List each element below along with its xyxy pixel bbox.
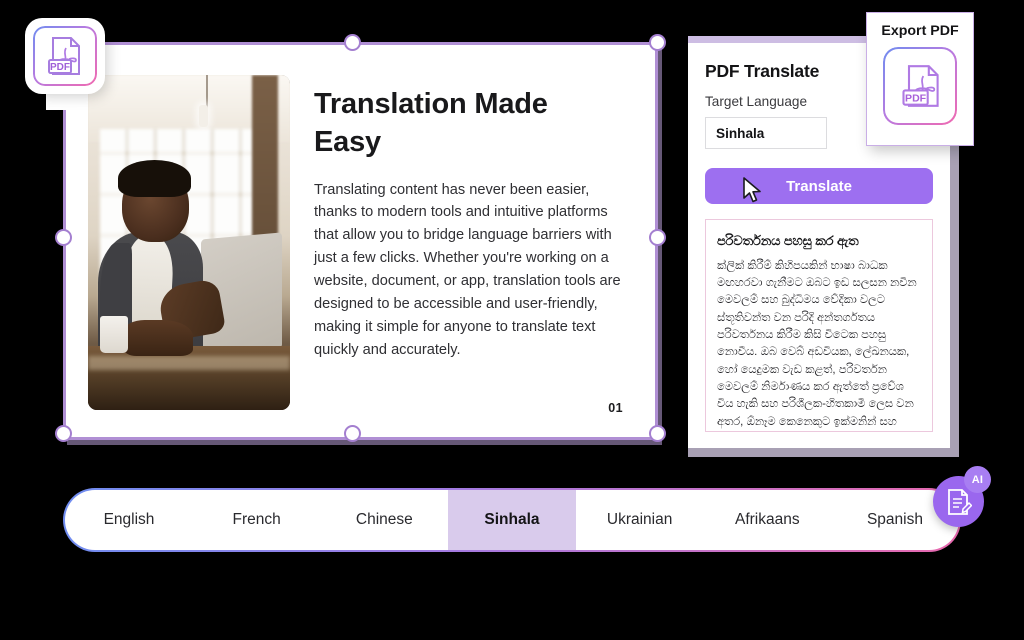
translation-result-title: පරිවර්තනය පහසු කර ඇත bbox=[717, 233, 859, 248]
document-page: Translation Made Easy Translating conten… bbox=[66, 45, 655, 437]
tab-label: English bbox=[103, 511, 155, 528]
translation-result-body: ක්ලික් කිරීම් කිහිපයකින් භාෂා බාධක මඟහරව… bbox=[717, 259, 917, 428]
target-language-select[interactable]: Sinhala bbox=[705, 117, 827, 149]
language-tabbar-wrap: English French Chinese Sinhala Ukrainian… bbox=[63, 488, 961, 552]
resize-handle-bottom-center[interactable] bbox=[344, 425, 361, 442]
tab-french[interactable]: French bbox=[193, 490, 321, 550]
ai-badge: AI bbox=[964, 466, 991, 493]
pdf-file-badge[interactable]: PDF bbox=[27, 20, 103, 92]
export-pdf-card[interactable]: Export PDF PDF bbox=[866, 12, 974, 146]
export-pdf-icon-wrap: PDF bbox=[883, 47, 957, 125]
tab-afrikaans[interactable]: Afrikaans bbox=[703, 490, 831, 550]
document-edit-icon bbox=[947, 488, 972, 515]
tab-english[interactable]: English bbox=[65, 490, 193, 550]
tab-label: Sinhala bbox=[484, 511, 540, 528]
ai-badge-label: AI bbox=[971, 473, 984, 486]
document-title: Translation Made Easy bbox=[314, 88, 548, 159]
language-tabbar: English French Chinese Sinhala Ukrainian… bbox=[65, 490, 959, 550]
target-language-value: Sinhala bbox=[716, 125, 765, 141]
tab-chinese[interactable]: Chinese bbox=[321, 490, 449, 550]
page-number: 01 bbox=[608, 401, 623, 415]
gradient-ring bbox=[33, 26, 97, 86]
translate-button[interactable]: Translate bbox=[705, 168, 933, 204]
tab-sinhala[interactable]: Sinhala bbox=[448, 490, 576, 550]
translate-button-label: Translate bbox=[786, 177, 852, 195]
tab-label: Chinese bbox=[355, 511, 413, 528]
tab-ukrainian[interactable]: Ukrainian bbox=[576, 490, 704, 550]
gradient-border: English French Chinese Sinhala Ukrainian… bbox=[63, 488, 961, 552]
document-text-column: Translation Made Easy Translating conten… bbox=[290, 67, 631, 423]
document-photo bbox=[88, 75, 290, 410]
resize-handle-middle-left[interactable] bbox=[55, 229, 72, 246]
tab-label: Ukrainian bbox=[606, 511, 673, 528]
screenshot-stage: Translation Made Easy Translating conten… bbox=[0, 0, 1024, 640]
mouse-pointer-icon bbox=[743, 177, 761, 203]
tab-label: French bbox=[232, 511, 281, 528]
translation-result-box: පරිවර්තනය පහසු කර ඇත ක්ලික් කිරීම් කිහිප… bbox=[705, 219, 933, 432]
export-pdf-label: Export PDF bbox=[881, 23, 959, 39]
resize-handle-bottom-left[interactable] bbox=[55, 425, 72, 442]
tab-label: Spanish bbox=[866, 511, 923, 528]
resize-handle-bottom-right[interactable] bbox=[649, 425, 666, 442]
gradient-ring bbox=[883, 47, 957, 125]
resize-handle-middle-right[interactable] bbox=[649, 229, 666, 246]
document-preview-card[interactable]: Translation Made Easy Translating conten… bbox=[63, 42, 658, 440]
resize-handle-top-center[interactable] bbox=[344, 34, 361, 51]
resize-handle-top-right[interactable] bbox=[649, 34, 666, 51]
tab-label: Afrikaans bbox=[734, 511, 800, 528]
document-body-text: Translating content has never been easie… bbox=[314, 181, 621, 358]
